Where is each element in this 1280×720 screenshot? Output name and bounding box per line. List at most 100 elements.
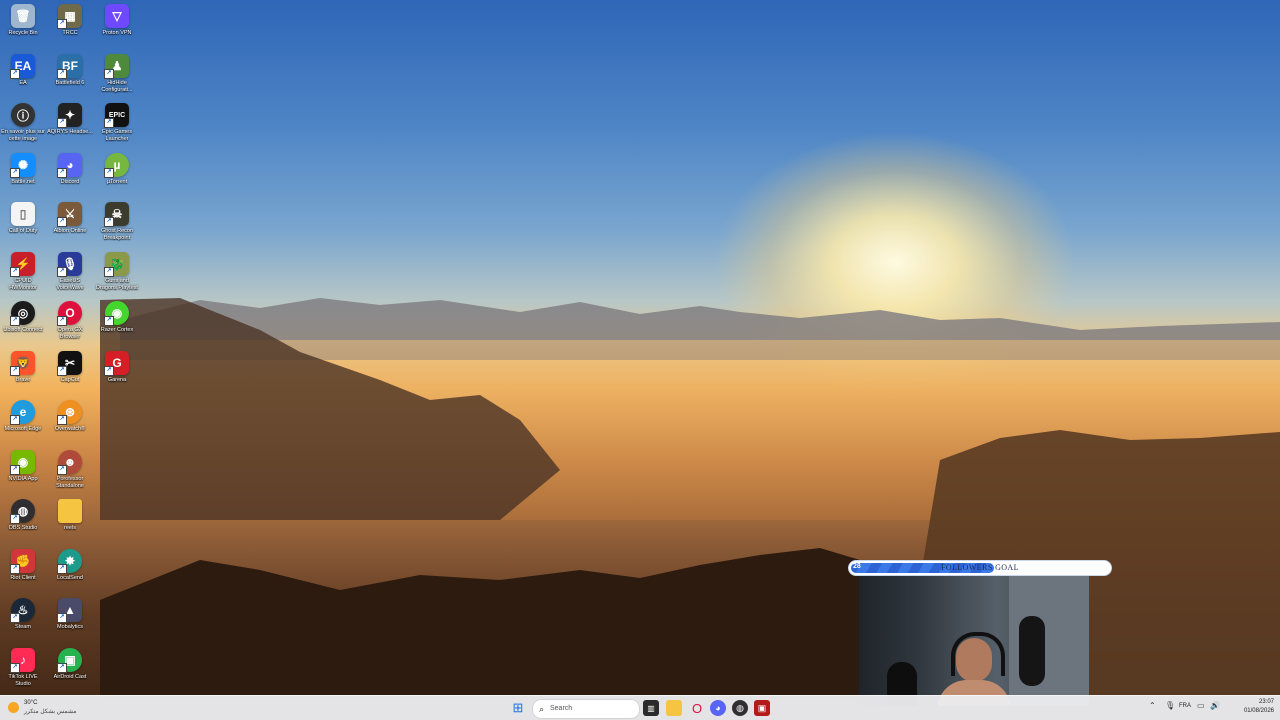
mobalytics-icon: ▲ ↗ (57, 598, 82, 623)
icon-label: CapCut (60, 377, 80, 383)
trcc-icon: ▦ ↗ (57, 4, 82, 29)
clock-time[interactable]: 23:07 (1259, 699, 1274, 705)
opera-gx-icon: O ↗ (57, 301, 82, 326)
brave-icon: 🦁 ↗ (10, 351, 35, 376)
icon-label: Steam (15, 624, 31, 630)
desktop-icon-albion[interactable]: ⚔ ↗ Albion Online (47, 202, 93, 235)
desktop-icon-info[interactable]: ⓘ En savoir plus sur cette image (0, 103, 46, 143)
desktop-icon-obs[interactable]: ◍ ↗ OBS Studio (0, 499, 46, 532)
chevron-up-icon[interactable]: ⌃ (1149, 701, 1156, 710)
desktop-icon-aqirys[interactable]: ✦ ↗ AQIRYS Headse... (47, 103, 93, 136)
desktop-icon-ubisoft[interactable]: ◎ ↗ Ubisoft Connect (0, 301, 46, 334)
desktop-icon-reels[interactable]: reels (47, 499, 93, 532)
icon-label: NVIDIA App (8, 476, 38, 482)
desktop-icon-battlefield[interactable]: BF ↗ Battlefield 6 (47, 54, 93, 87)
icon-label: Battle.net (11, 179, 35, 185)
desktop-icon-discord[interactable]: ◕ ↗ Discord (47, 153, 93, 186)
garena-icon: G ↗ (104, 351, 129, 376)
system-tray: ⌃ 🎙 FRA ▭ 🔊 23:07 01/08/2026 (1149, 698, 1274, 718)
desktop-icon-proton-vpn[interactable]: ▽ Proton VPN (94, 4, 140, 37)
localsend-icon: ✸ ↗ (57, 549, 82, 574)
icon-label: reels (64, 525, 76, 531)
utorrent-icon: µ ↗ (104, 153, 129, 178)
ea-icon: EA ↗ (10, 54, 35, 79)
desktop-icon-brave[interactable]: 🦁 ↗ Brave (0, 351, 46, 384)
recycle-bin-icon: 🗑 (11, 4, 35, 28)
desktop-icon-razer[interactable]: ◉ ↗ Razer Cortex (94, 301, 140, 334)
airdroid-icon: ▣ ↗ (57, 648, 82, 673)
opera-gx-icon[interactable]: O (689, 700, 705, 716)
desktop: 🗑 Recycle Bin ▦ ↗ TRCC ▽ Proton VPN EA ↗ EA BF… (0, 0, 1280, 720)
desktop-icon-airdroid[interactable]: ▣ ↗ AirDroid Cast (47, 648, 93, 681)
desktop-icon-guns-dragons[interactable]: 🐉 ↗ Guns and Dragons Playtest (94, 252, 140, 292)
desktop-icon-epic-games[interactable]: EPIC ↗ Epic Games Launcher (94, 103, 140, 143)
icon-label: Brave (15, 377, 31, 383)
desktop-icon-nvidia[interactable]: ◉ ↗ NVIDIA App (0, 450, 46, 483)
desktop-icon-overwatch[interactable]: ⊛ ↗ Overwatch® (47, 400, 93, 433)
desktop-icon-riot[interactable]: ✊ ↗ Riot Client (0, 549, 46, 582)
desktop-icon-mobalytics[interactable]: ▲ ↗ Mobalytics (47, 598, 93, 631)
icon-label: AirDroid Cast (53, 674, 87, 680)
desktop-icon-hidhide[interactable]: ♟ ↗ HidHide Configurati... (94, 54, 140, 94)
icon-label: Epic Games Launcher (102, 129, 132, 142)
desktop-icon-opera-gx[interactable]: O ↗ Opera GX Browser (47, 301, 93, 341)
volume-icon[interactable]: 🔊 (1210, 701, 1220, 710)
desktop-icon-trcc[interactable]: ▦ ↗ TRCC (47, 4, 93, 37)
desktop-icon-battlenet[interactable]: ✺ ↗ Battle.net (0, 153, 46, 186)
nvidia-icon: ◉ ↗ (10, 450, 35, 475)
desktop-icon-capcut[interactable]: ✂ ↗ CapCut (47, 351, 93, 384)
desktop-icon-porofessor[interactable]: ☻ ↗ Porofessor Standalone (47, 450, 93, 490)
task-view-icon[interactable]: ▥ (643, 700, 659, 716)
edge-icon: e ↗ (10, 400, 35, 425)
desktop-icon-recycle-bin[interactable]: 🗑 Recycle Bin (0, 4, 46, 37)
icon-label: EA (19, 80, 27, 86)
icon-label: AQIRYS Headse... (47, 129, 93, 135)
search-box[interactable]: ⌕ Search (532, 699, 640, 719)
desktop-icon-garena[interactable]: G ↗ Garena (94, 351, 140, 384)
desktop-icon-voicewave[interactable]: 🎙 ↗ EaseUS VoiceWave (47, 252, 93, 292)
start-icon[interactable]: ⊞ (510, 700, 526, 716)
language-indicator[interactable]: FRA (1179, 703, 1191, 709)
desktop-icon-ghost-recon[interactable]: ☠ ↗ Ghost Recon Breakpoint (94, 202, 140, 242)
desktop-icon-ea[interactable]: EA ↗ EA (0, 54, 46, 87)
microphone-icon[interactable]: 🎙 (1165, 701, 1175, 710)
network-icon[interactable]: ▭ (1197, 701, 1205, 710)
epic-games-icon: EPIC ↗ (104, 103, 129, 128)
icon-label: Riot Client (10, 575, 36, 581)
desktop-icon-hwmonitor[interactable]: ⚡ ↗ CPUID HWMonitor (0, 252, 46, 292)
clock-date[interactable]: 01/08/2026 (1244, 708, 1274, 714)
icon-label: HidHide Configurati... (101, 80, 133, 93)
folder-icon (58, 499, 82, 523)
battlefield-icon: BF ↗ (57, 54, 82, 79)
desktop-icon-tiktok[interactable]: ♪ ↗ TikTok LIVE Studio (0, 648, 46, 688)
discord-icon[interactable]: ◕ (710, 700, 726, 716)
albion-icon: ⚔ ↗ (57, 202, 82, 227)
capcut-icon: ✂ ↗ (57, 351, 82, 376)
icon-label: Garena (107, 377, 127, 383)
desktop-icon-localsend[interactable]: ✸ ↗ LocalSend (47, 549, 93, 582)
ghost-recon-icon: ☠ ↗ (104, 202, 129, 227)
desktop-icon-utorrent[interactable]: µ ↗ µTorrent (94, 153, 140, 186)
icon-label: Ubisoft Connect (3, 327, 43, 333)
icon-label: Battlefield 6 (55, 80, 85, 86)
voicewave-icon: 🎙 ↗ (57, 252, 82, 277)
app-icon[interactable]: ▣ (754, 700, 770, 716)
desktop-icon-steam[interactable]: ♨ ↗ Steam (0, 598, 46, 631)
desktop-icon-edge[interactable]: e ↗ Microsoft Edge (0, 400, 46, 433)
file-explorer-icon[interactable] (666, 700, 682, 716)
proton-vpn-icon: ▽ (105, 4, 129, 28)
file-icon: ▯ (11, 202, 35, 226)
aqirys-icon: ✦ ↗ (57, 103, 82, 128)
riot-icon: ✊ ↗ (10, 549, 35, 574)
icon-label: Overwatch® (54, 426, 86, 432)
tiktok-icon: ♪ ↗ (10, 648, 35, 673)
guns-dragons-icon: 🐉 ↗ (104, 252, 129, 277)
icon-label: Mobalytics (57, 624, 83, 630)
webcam-overlay (859, 576, 1089, 706)
weather-widget[interactable]: 30°C مشمس بشكل متكرر (8, 699, 78, 717)
icon-label: Ghost Recon Breakpoint (100, 228, 134, 241)
person-head (956, 638, 992, 682)
desktop-icon-call-of-duty[interactable]: ▯ Call of Duty (0, 202, 46, 235)
icon-label: Proton VPN (102, 30, 132, 36)
obs-icon[interactable]: ◍ (732, 700, 748, 716)
